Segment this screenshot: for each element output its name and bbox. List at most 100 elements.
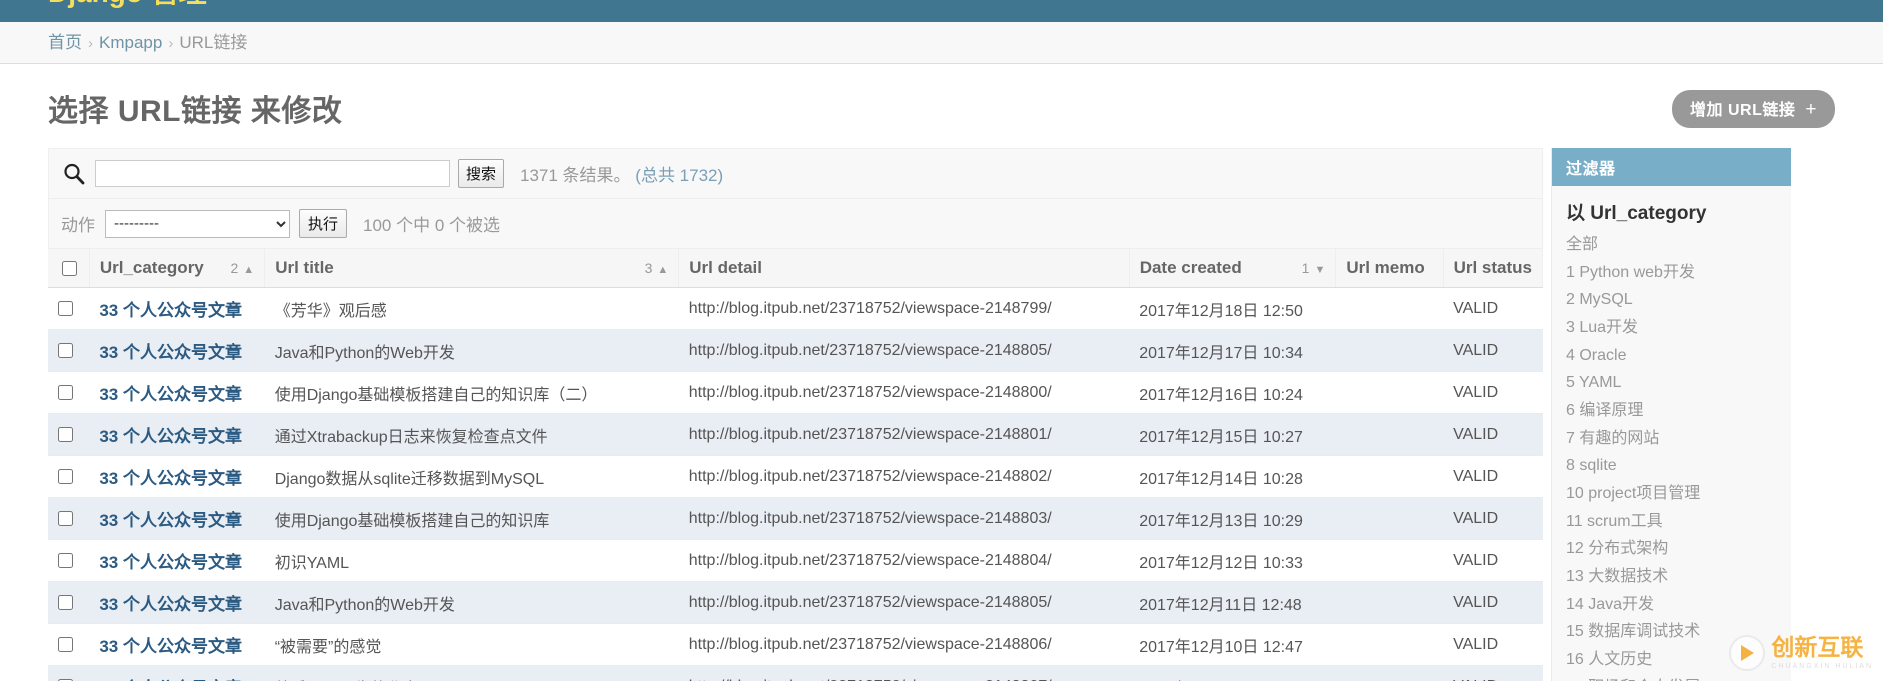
- cell-url-category-text[interactable]: 33 个人公众号文章: [99, 511, 242, 530]
- search-submit-button[interactable]: 搜索: [458, 159, 505, 188]
- filter-item[interactable]: 13 大数据技术: [1552, 563, 1791, 591]
- filter-item-label[interactable]: 14 Java开发: [1566, 596, 1654, 613]
- filter-item-label[interactable]: 15 数据库调试技术: [1566, 623, 1700, 640]
- filter-item[interactable]: 8 sqlite: [1552, 452, 1791, 480]
- row-select-checkbox[interactable]: [58, 300, 73, 316]
- sort-ascending-icon-2[interactable]: ▲: [657, 264, 668, 276]
- filter-item[interactable]: 3 Lua开发: [1552, 314, 1791, 342]
- filter-item[interactable]: 11 scrum工具: [1552, 508, 1791, 536]
- filter-item[interactable]: 12 分布式架构: [1552, 535, 1791, 563]
- breadcrumb-home[interactable]: 首页: [48, 33, 82, 52]
- cell-url-category[interactable]: 33 个人公众号文章: [89, 623, 265, 666]
- row-select-cell[interactable]: [48, 497, 90, 540]
- filter-item-label[interactable]: 5 YAML: [1566, 374, 1621, 391]
- row-select-checkbox[interactable]: [58, 426, 73, 442]
- filter-item[interactable]: 1 Python web开发: [1552, 259, 1791, 287]
- filter-item[interactable]: 6 编译原理: [1552, 397, 1791, 425]
- column-header-url-detail[interactable]: Url detail: [678, 248, 1130, 288]
- filter-item-label[interactable]: 2 MySQL: [1566, 291, 1633, 308]
- search-input[interactable]: [95, 160, 450, 187]
- filter-item-label[interactable]: 4 Oracle: [1566, 347, 1626, 364]
- row-select-cell[interactable]: [48, 413, 90, 456]
- row-select-checkbox[interactable]: [58, 468, 73, 484]
- row-select-checkbox[interactable]: [58, 342, 73, 358]
- row-select-cell[interactable]: [48, 287, 90, 330]
- filter-item-label[interactable]: 11 scrum工具: [1566, 513, 1663, 530]
- row-select-cell[interactable]: [48, 539, 90, 582]
- breadcrumb-app[interactable]: Kmpapp: [99, 33, 162, 52]
- filter-item[interactable]: 7 有趣的网站: [1552, 425, 1791, 453]
- cell-url-category[interactable]: 33 个人公众号文章: [89, 329, 265, 372]
- cell-url-category-text[interactable]: 33 个人公众号文章: [99, 637, 242, 656]
- filter-item[interactable]: 14 Java开发: [1552, 591, 1791, 619]
- cell-url-status-text: VALID: [1453, 551, 1499, 569]
- row-select-checkbox[interactable]: [58, 594, 73, 610]
- cell-url-category[interactable]: 33 个人公众号文章: [89, 665, 265, 681]
- filter-item-label[interactable]: 1 Python web开发: [1566, 264, 1695, 281]
- row-select-checkbox[interactable]: [58, 384, 73, 400]
- column-header-date-created[interactable]: Date created 1 ▼: [1129, 248, 1337, 288]
- column-header-url-category-label[interactable]: Url_category: [100, 258, 204, 278]
- column-header-url-title[interactable]: Url title 3 ▲: [264, 248, 680, 288]
- cell-url-category[interactable]: 33 个人公众号文章: [89, 455, 265, 498]
- row-select-cell[interactable]: [48, 455, 90, 498]
- filter-item[interactable]: 15 数据库调试技术: [1552, 618, 1791, 646]
- filter-item-label[interactable]: 12 分布式架构: [1566, 540, 1668, 557]
- cell-url-category[interactable]: 33 个人公众号文章: [89, 497, 265, 540]
- filter-item[interactable]: 10 project项目管理: [1552, 480, 1791, 508]
- column-header-url-status[interactable]: Url status: [1443, 248, 1544, 288]
- column-header-url-category[interactable]: Url_category 2 ▲: [89, 248, 266, 288]
- row-select-cell[interactable]: [48, 665, 90, 681]
- sort-ascending-icon[interactable]: ▲: [243, 264, 254, 276]
- row-select-cell[interactable]: [48, 581, 90, 624]
- cell-url-category-text[interactable]: 33 个人公众号文章: [99, 553, 242, 572]
- select-all-checkbox[interactable]: [62, 261, 77, 277]
- add-url-link-button[interactable]: 增加 URL链接 +: [1672, 90, 1835, 128]
- filter-item[interactable]: 5 YAML: [1552, 369, 1791, 397]
- cell-url-category-text[interactable]: 33 个人公众号文章: [99, 469, 242, 488]
- filter-item-label[interactable]: 3 Lua开发: [1566, 319, 1638, 336]
- filter-item-label[interactable]: 16 人文历史: [1566, 651, 1652, 668]
- row-select-checkbox[interactable]: [58, 552, 73, 568]
- filter-item-label[interactable]: 7 有趣的网站: [1566, 430, 1659, 447]
- column-header-date-created-label[interactable]: Date created: [1140, 258, 1242, 278]
- cell-url-category-text[interactable]: 33 个人公众号文章: [99, 427, 242, 446]
- filter-item-label[interactable]: 6 编译原理: [1566, 402, 1643, 419]
- cell-url-category[interactable]: 33 个人公众号文章: [89, 371, 265, 414]
- table-row: 33 个人公众号文章 Django数据从sqlite迁移数据到MySQL http:…: [48, 455, 1543, 498]
- row-select-cell[interactable]: [48, 329, 90, 372]
- filter-item-label[interactable]: 全部: [1566, 236, 1598, 253]
- row-select-checkbox[interactable]: [58, 510, 73, 526]
- cell-url-category-text[interactable]: 33 个人公众号文章: [99, 385, 242, 404]
- cell-url-detail: http://blog.itpub.net/23718752/viewspace…: [678, 371, 1130, 414]
- column-header-url-detail-label[interactable]: Url detail: [689, 258, 762, 278]
- table-row: 33 个人公众号文章 Java和Python的Web开发 http://blog.i…: [48, 329, 1543, 372]
- filter-item[interactable]: 17 职场和个人发展: [1552, 674, 1791, 681]
- row-select-cell[interactable]: [48, 623, 90, 666]
- site-title[interactable]: Django 管理: [48, 0, 207, 7]
- column-header-url-title-label[interactable]: Url title: [275, 258, 334, 278]
- cell-url-category-text[interactable]: 33 个人公众号文章: [99, 301, 242, 320]
- cell-url-category-text[interactable]: 33 个人公众号文章: [99, 343, 242, 362]
- column-header-select-all[interactable]: [48, 248, 90, 288]
- plus-icon: +: [1805, 99, 1817, 120]
- sort-descending-icon[interactable]: ▼: [1314, 264, 1325, 276]
- cell-url-category[interactable]: 33 个人公众号文章: [89, 287, 265, 330]
- cell-url-category[interactable]: 33 个人公众号文章: [89, 581, 265, 624]
- action-go-button[interactable]: 执行: [299, 209, 348, 238]
- column-header-url-memo[interactable]: Url memo: [1335, 248, 1444, 288]
- cell-url-category-text[interactable]: 33 个人公众号文章: [99, 595, 242, 614]
- filter-item[interactable]: 全部: [1552, 231, 1791, 259]
- row-select-cell[interactable]: [48, 371, 90, 414]
- action-select[interactable]: ---------: [105, 209, 290, 238]
- filter-item[interactable]: 16 人文历史: [1552, 646, 1791, 674]
- filter-item-label[interactable]: 13 大数据技术: [1566, 568, 1668, 585]
- filter-item-label[interactable]: 8 sqlite: [1566, 457, 1617, 474]
- row-select-checkbox[interactable]: [58, 636, 73, 652]
- cell-date-created: 2017年12月10日 12:47: [1129, 623, 1336, 666]
- filter-item[interactable]: 4 Oracle: [1552, 342, 1791, 370]
- filter-item-label[interactable]: 10 project项目管理: [1566, 485, 1700, 502]
- filter-item[interactable]: 2 MySQL: [1552, 286, 1791, 314]
- cell-url-category[interactable]: 33 个人公众号文章: [89, 539, 265, 582]
- cell-url-category[interactable]: 33 个人公众号文章: [89, 413, 265, 456]
